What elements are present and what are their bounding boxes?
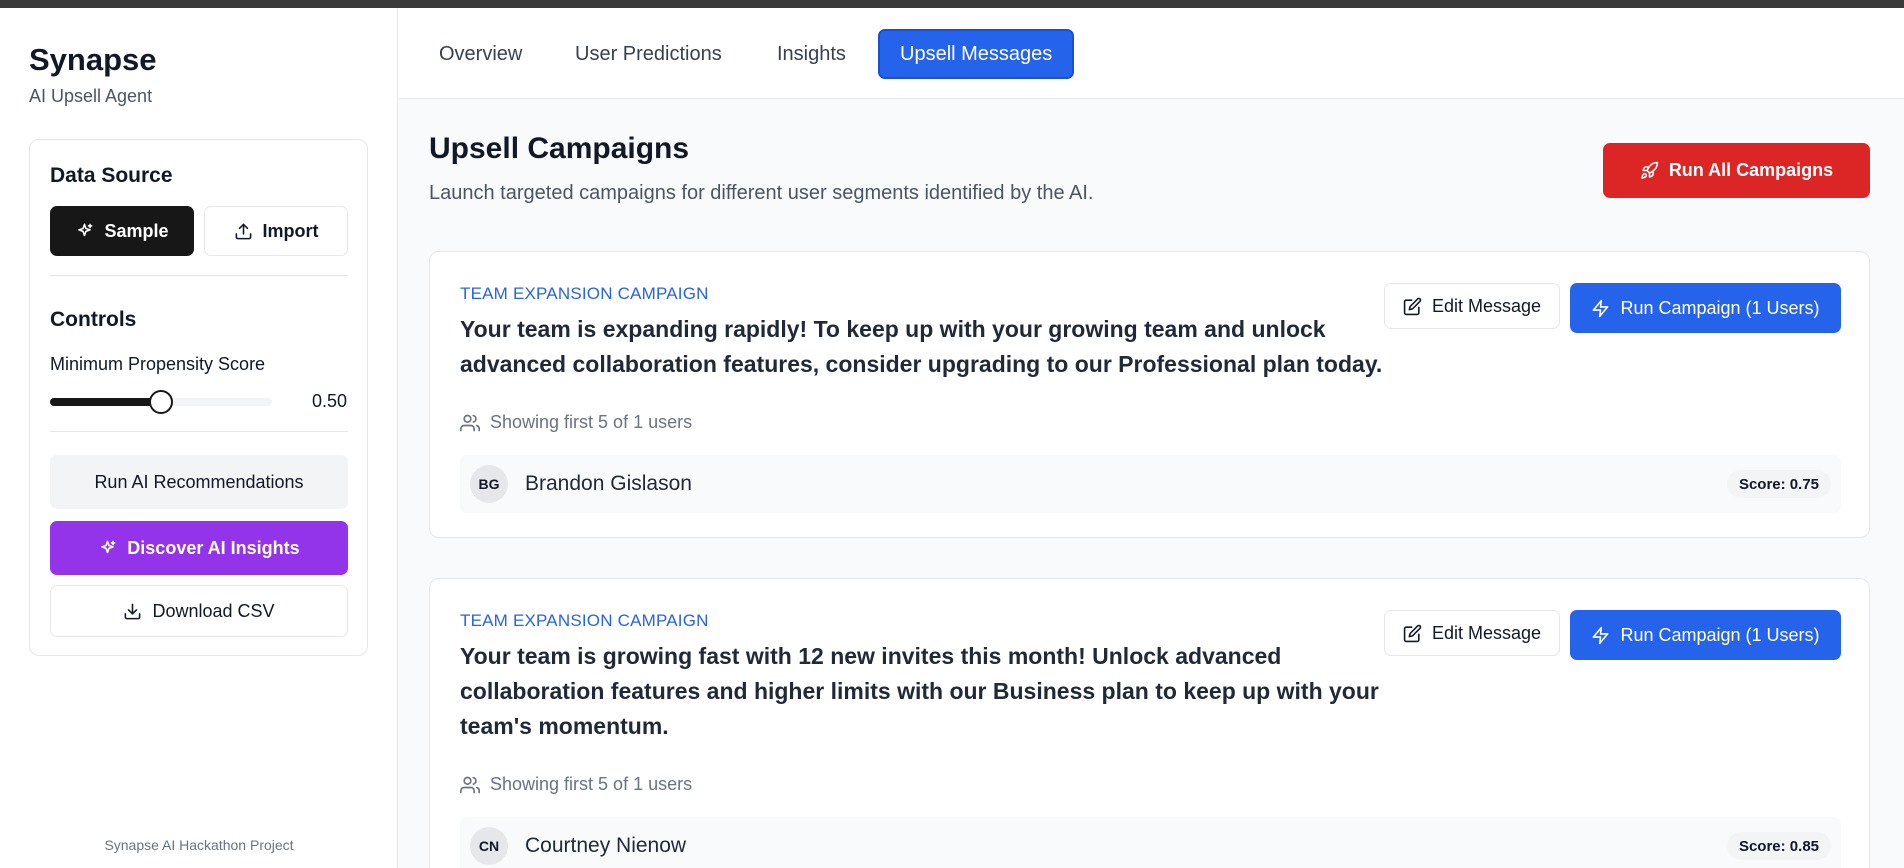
campaign-kicker: TEAM EXPANSION CAMPAIGN bbox=[460, 611, 709, 630]
propensity-slider-thumb[interactable] bbox=[149, 390, 173, 414]
propensity-slider[interactable] bbox=[50, 390, 272, 414]
tab-bar: Overview User Predictions Insights Upsel… bbox=[399, 8, 1904, 99]
data-source-heading: Data Source bbox=[50, 164, 173, 187]
run-ai-recommendations-label: Run AI Recommendations bbox=[94, 471, 304, 492]
avatar: BG bbox=[470, 465, 508, 503]
campaign-kicker: TEAM EXPANSION CAMPAIGN bbox=[460, 284, 709, 303]
discover-ai-insights-button[interactable]: Discover AI Insights bbox=[50, 521, 348, 575]
rocket-icon bbox=[1641, 161, 1659, 179]
edit-message-label: Edit Message bbox=[1431, 295, 1542, 316]
propensity-slider-label: Minimum Propensity Score bbox=[50, 354, 266, 374]
run-campaign-label: Run Campaign (1 Users) bbox=[1620, 624, 1820, 645]
controls-heading: Controls bbox=[50, 308, 137, 331]
campaign-message: Your team is growing fast with 12 new in… bbox=[460, 643, 1379, 739]
showing-users-label: Showing first 5 of 1 users bbox=[490, 412, 693, 432]
edit-message-button[interactable]: Edit Message bbox=[1384, 610, 1560, 656]
showing-users-label: Showing first 5 of 1 users bbox=[490, 774, 693, 794]
run-campaign-button[interactable]: Run Campaign (1 Users) bbox=[1570, 283, 1841, 333]
showing-users-text: Showing first 5 of 1 users bbox=[460, 412, 692, 433]
sample-button[interactable]: Sample bbox=[50, 206, 194, 256]
divider bbox=[50, 275, 348, 276]
showing-users-text: Showing first 5 of 1 users bbox=[460, 774, 692, 795]
user-name: Brandon Gislason bbox=[525, 472, 692, 495]
upload-icon bbox=[235, 223, 251, 239]
run-campaign-label: Run Campaign (1 Users) bbox=[1620, 297, 1820, 318]
user-row[interactable]: CN Courtney Nienow Score: 0.85 bbox=[460, 817, 1841, 868]
page-title: Upsell Campaigns bbox=[429, 132, 690, 165]
main-content: Overview User Predictions Insights Upsel… bbox=[399, 8, 1904, 868]
users-icon bbox=[460, 414, 480, 431]
user-name: Courtney Nienow bbox=[525, 834, 687, 857]
footer-note: Synapse AI Hackathon Project bbox=[104, 837, 294, 853]
tab-insights[interactable]: Insights bbox=[757, 29, 866, 79]
sparkles-icon bbox=[78, 223, 93, 236]
edit-icon bbox=[1403, 297, 1422, 315]
download-csv-label: Download CSV bbox=[152, 600, 275, 621]
import-button[interactable]: Import bbox=[204, 206, 348, 256]
brand-title: Synapse bbox=[29, 42, 157, 77]
edit-icon bbox=[1403, 624, 1422, 642]
campaign-card: TEAM EXPANSION CAMPAIGN Your team is gro… bbox=[429, 578, 1870, 868]
score-badge: Score: 0.85 bbox=[1726, 832, 1831, 860]
campaign-message: Your team is expanding rapidly! To keep … bbox=[460, 316, 1383, 377]
import-label: Import bbox=[262, 220, 319, 241]
lightning-icon bbox=[1593, 299, 1609, 317]
divider bbox=[50, 431, 348, 432]
brand-subtitle: AI Upsell Agent bbox=[29, 86, 153, 106]
run-all-campaigns-label: Run All Campaigns bbox=[1668, 160, 1834, 180]
propensity-slider-fill bbox=[50, 398, 161, 406]
edit-message-button[interactable]: Edit Message bbox=[1384, 283, 1560, 329]
sample-label: Sample bbox=[104, 220, 169, 241]
control-panel: Data Source Sample Import Controls Minim… bbox=[29, 139, 368, 656]
download-csv-button[interactable]: Download CSV bbox=[50, 585, 348, 637]
sparkles-icon bbox=[101, 540, 116, 553]
tab-upsell-messages[interactable]: Upsell Messages bbox=[878, 29, 1075, 79]
sidebar: Synapse AI Upsell Agent Data Source Samp… bbox=[0, 8, 398, 868]
campaign-card: TEAM EXPANSION CAMPAIGN Your team is exp… bbox=[429, 251, 1870, 538]
run-ai-recommendations-button[interactable]: Run AI Recommendations bbox=[50, 455, 348, 509]
run-campaign-button[interactable]: Run Campaign (1 Users) bbox=[1570, 610, 1841, 660]
discover-ai-insights-label: Discover AI Insights bbox=[127, 537, 300, 558]
download-icon bbox=[125, 603, 141, 619]
score-badge: Score: 0.75 bbox=[1726, 470, 1831, 498]
users-icon bbox=[460, 776, 480, 793]
window-top-bar bbox=[0, 0, 1904, 8]
edit-message-label: Edit Message bbox=[1431, 622, 1542, 643]
avatar: CN bbox=[470, 827, 508, 865]
page-subtitle: Launch targeted campaigns for different … bbox=[429, 182, 1094, 204]
tab-overview[interactable]: Overview bbox=[419, 29, 542, 79]
propensity-slider-value: 0.50 bbox=[311, 391, 347, 411]
lightning-icon bbox=[1593, 626, 1609, 644]
run-all-campaigns-button[interactable]: Run All Campaigns bbox=[1603, 143, 1870, 198]
user-row[interactable]: BG Brandon Gislason Score: 0.75 bbox=[460, 455, 1841, 513]
tab-user-predictions[interactable]: User Predictions bbox=[555, 29, 742, 79]
